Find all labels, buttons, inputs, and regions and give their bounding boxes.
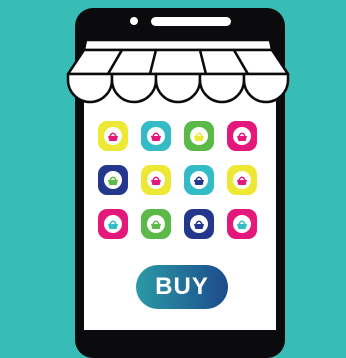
basket-icon [108,176,118,185]
basket-icon [194,176,204,185]
tile-inner-circle [147,215,165,233]
tile-inner-circle [233,127,251,145]
buy-button-label: BUY [155,273,209,300]
basket-icon [108,220,118,229]
store-awning-icon [66,38,290,104]
tile-inner-circle [190,215,208,233]
basket-icon [194,132,204,141]
app-tile[interactable] [227,209,257,239]
tile-inner-circle [104,127,122,145]
basket-icon [151,132,161,141]
app-tile[interactable] [98,121,128,151]
app-tile[interactable] [98,209,128,239]
tile-inner-circle [233,171,251,189]
basket-icon [194,220,204,229]
app-tile[interactable] [184,121,214,151]
app-tile[interactable] [141,209,171,239]
buy-button[interactable]: BUY [136,265,228,309]
tile-inner-circle [190,171,208,189]
tile-inner-circle [147,127,165,145]
basket-icon [151,220,161,229]
tile-inner-circle [147,171,165,189]
app-tile[interactable] [227,165,257,195]
app-tile[interactable] [184,209,214,239]
app-tile[interactable] [141,121,171,151]
basket-icon [237,176,247,185]
app-tile[interactable] [184,165,214,195]
basket-icon [151,176,161,185]
tile-inner-circle [104,171,122,189]
tile-inner-circle [233,215,251,233]
tile-inner-circle [104,215,122,233]
app-tile[interactable] [141,165,171,195]
app-tile[interactable] [227,121,257,151]
tile-inner-circle [190,127,208,145]
basket-icon [108,132,118,141]
app-tile[interactable] [98,165,128,195]
basket-icon [237,132,247,141]
basket-icon [237,220,247,229]
scene-background: BUY [0,0,346,358]
